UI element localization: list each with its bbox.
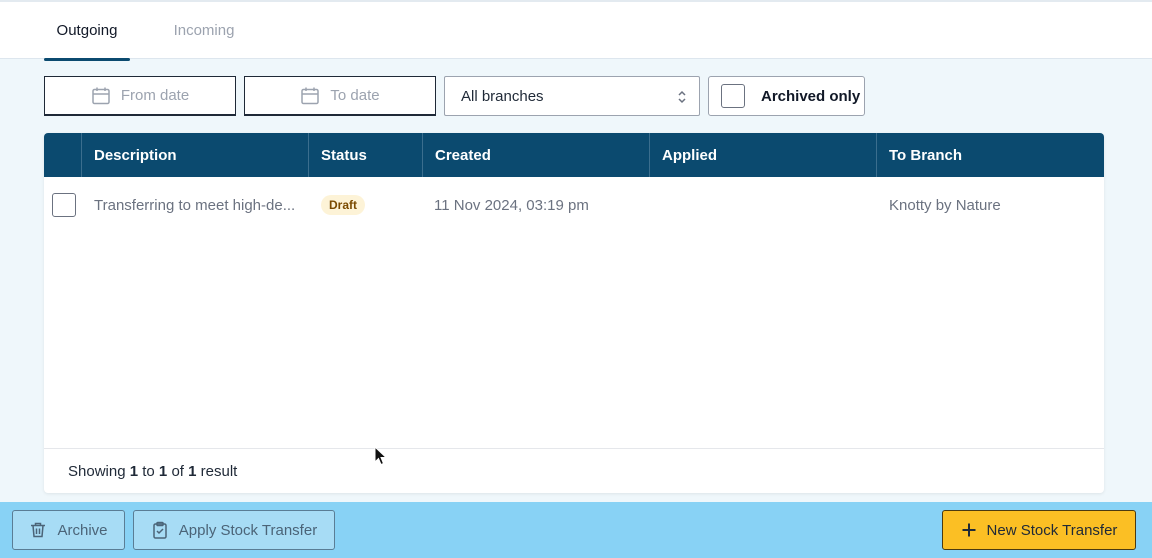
plus-icon — [961, 522, 977, 538]
trash-icon — [29, 521, 47, 539]
column-header-to-branch[interactable]: To Branch — [876, 133, 1104, 177]
tab-incoming[interactable]: Incoming — [162, 2, 246, 59]
tab-active-indicator — [44, 58, 130, 61]
column-header-applied[interactable]: Applied — [649, 133, 877, 177]
apply-stock-transfer-button[interactable]: Apply Stock Transfer — [133, 510, 335, 550]
chevron-updown-icon — [677, 88, 687, 106]
calendar-icon — [300, 86, 320, 106]
clipboard-check-icon — [151, 521, 169, 539]
tab-incoming-label: Incoming — [173, 22, 235, 39]
branch-select-value: All branches — [461, 87, 544, 105]
column-header-created[interactable]: Created — [422, 133, 650, 177]
row-select-cell — [52, 177, 76, 233]
summary-end: 1 — [158, 462, 168, 480]
archived-only-toggle[interactable]: Archived only — [708, 76, 865, 116]
stock-transfer-table: Description Status Created Applied To Br… — [44, 133, 1104, 493]
calendar-icon — [91, 86, 111, 106]
summary-start: 1 — [129, 462, 139, 480]
select-column-header — [44, 133, 82, 177]
from-date-placeholder: From date — [120, 87, 190, 104]
from-date-input[interactable]: From date — [44, 76, 236, 116]
table-header: Description Status Created Applied To Br… — [44, 133, 1104, 177]
cursor-icon — [374, 445, 388, 471]
archived-only-checkbox[interactable] — [721, 84, 745, 108]
tab-bar: Outgoing Incoming — [0, 0, 1152, 61]
column-header-status[interactable]: Status — [308, 133, 423, 177]
new-stock-transfer-button[interactable]: New Stock Transfer — [942, 510, 1136, 550]
summary-prefix: Showing — [68, 462, 126, 480]
row-created: 11 Nov 2024, 03:19 pm — [434, 196, 589, 214]
branch-select[interactable]: All branches — [444, 76, 700, 116]
action-bar: Archive Apply Stock Transfer New Stock T… — [0, 502, 1152, 558]
table-row[interactable]: Transferring to meet high-de... Draft 11… — [44, 177, 1104, 233]
archive-button[interactable]: Archive — [12, 510, 125, 550]
row-to-branch: Knotty by Nature — [889, 196, 1001, 214]
summary-of: of — [171, 462, 184, 480]
row-checkbox[interactable] — [52, 193, 76, 217]
to-date-input[interactable]: To date — [244, 76, 436, 116]
new-stock-transfer-label: New Stock Transfer — [986, 521, 1118, 539]
archive-button-label: Archive — [57, 521, 108, 539]
to-date-placeholder: To date — [330, 87, 380, 104]
archived-only-label: Archived only — [761, 87, 861, 105]
summary-to: to — [142, 462, 155, 480]
tab-outgoing-label: Outgoing — [56, 22, 118, 39]
apply-stock-transfer-label: Apply Stock Transfer — [178, 521, 318, 539]
summary-total: 1 — [188, 462, 197, 480]
summary-suffix: result — [200, 462, 238, 480]
tab-outgoing[interactable]: Outgoing — [44, 2, 130, 61]
row-description: Transferring to meet high-de... — [94, 196, 296, 214]
row-status-cell: Draft — [321, 177, 366, 233]
column-header-description[interactable]: Description — [81, 133, 309, 177]
status-badge: Draft — [321, 195, 366, 215]
pagination-summary: Showing 1 to 1 of 1 result — [44, 448, 1104, 493]
